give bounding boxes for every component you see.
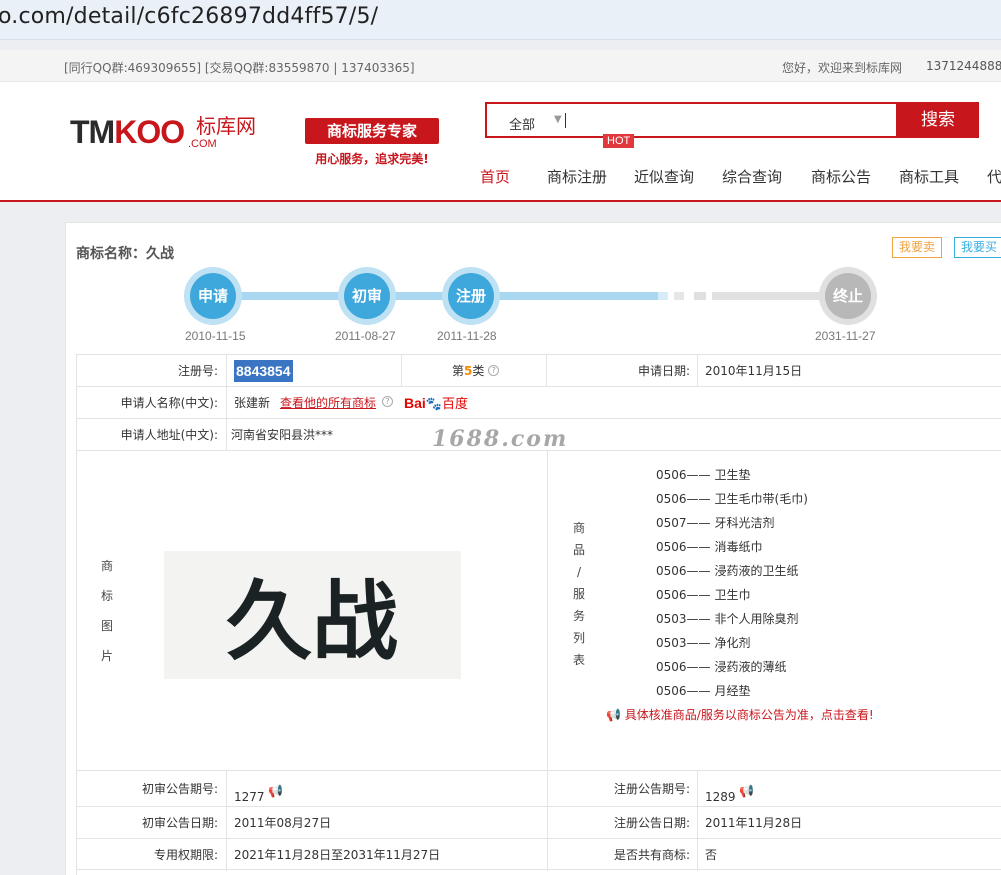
- top-info-bar: [同行QQ群:469309655] [交易QQ群:83559870 | 1374…: [0, 50, 1001, 82]
- address-label: 申请人地址(中文):: [120, 428, 218, 442]
- megaphone-icon[interactable]: 📢: [739, 771, 754, 811]
- nav-item-register[interactable]: 商标注册: [547, 166, 607, 187]
- logo-dotcom: .COM: [188, 138, 217, 150]
- url-text[interactable]: o.com/detail/c6fc26897dd4ff57/5/: [0, 4, 378, 29]
- trademark-detail-panel: 商标名称：久战 我要卖 我要买 申请 初审 注册 终止 2010-11-15 2…: [65, 222, 1001, 875]
- table-row: 申请人名称(中文): 张建新 查看他的所有商标 ? Bai🐾百度: [76, 386, 1001, 419]
- applicant-all-trademarks-link[interactable]: 查看他的所有商标: [280, 387, 376, 418]
- search-button[interactable]: 搜索: [897, 102, 979, 138]
- timeline-date-end: 2031-11-27: [815, 329, 876, 343]
- nav-item-announcement[interactable]: 商标公告: [811, 166, 871, 187]
- list-item: 0506—— 浸药液的卫生纸: [656, 564, 799, 578]
- svg-text:久战: 久战: [226, 572, 398, 672]
- goods-section-label: 商 品 / 服 务 列 表: [572, 521, 585, 667]
- megaphone-icon: 📢: [606, 708, 621, 722]
- slogan: 商标服务专家 用心服务，追求完美!: [305, 118, 439, 167]
- address-value: 河南省安阳县洪***: [231, 428, 334, 442]
- watermark: 1688.com: [432, 426, 569, 452]
- shared-label: 是否共有商标:: [613, 848, 690, 862]
- timeline-fade: [658, 292, 668, 300]
- search-input[interactable]: [571, 108, 891, 134]
- reg-pub-date-value: 2011年11月28日: [705, 816, 803, 830]
- qq-groups: [同行QQ群:469309655] [交易QQ群:83559870 | 1374…: [64, 61, 415, 75]
- search-scope-select[interactable]: 全部: [509, 114, 535, 133]
- site-header: TMKOO 标库网 .COM 商标服务专家 用心服务，追求完美! 全部 ▼ 搜索…: [0, 82, 1001, 202]
- timeline-node-apply: 申请: [184, 267, 242, 325]
- trademark-image[interactable]: 久战: [164, 551, 461, 679]
- logo-tm: TM: [70, 114, 115, 150]
- applicant-value: 张建新: [234, 396, 271, 410]
- help-icon[interactable]: ?: [488, 365, 500, 376]
- apply-date-value: 2010年11月15日: [705, 364, 803, 378]
- list-item: 0506—— 消毒纸巾: [656, 540, 763, 554]
- prelim-no-value: 1277 📢: [234, 771, 283, 806]
- nav-item-similar[interactable]: 近似查询: [634, 166, 694, 187]
- table-row: 注册号: 8843854 第5类 ? 申请日期: 2010年11月15日: [76, 354, 1001, 387]
- table-row: 初审公告期号: 1277 📢 注册公告期号: 1289 📢: [76, 770, 1001, 807]
- help-icon[interactable]: ?: [382, 396, 393, 407]
- image-section-label: 商 标 图 片: [100, 559, 113, 663]
- baidu-search-link[interactable]: Bai🐾百度: [404, 387, 468, 418]
- sell-button[interactable]: 我要卖: [892, 237, 942, 258]
- timeline-date-registered: 2011-11-28: [437, 329, 497, 343]
- timeline-node-registered: 注册: [442, 267, 500, 325]
- class-value: 第5类 ?: [452, 355, 500, 386]
- shared-value: 否: [705, 848, 718, 862]
- search-box: 全部 ▼: [485, 102, 898, 138]
- timeline-gap-1: [674, 292, 684, 300]
- timeline-date-prelim: 2011-08-27: [335, 329, 396, 343]
- goods-notice-link[interactable]: 📢 具体核准商品/服务以商标公告为准，点击查看!: [606, 706, 874, 723]
- hot-badge: HOT: [603, 134, 635, 148]
- list-item: 0506—— 卫生垫: [656, 468, 751, 482]
- chevron-down-icon[interactable]: ▼: [554, 114, 562, 125]
- prelim-date-value: 2011年08月27日: [234, 816, 332, 830]
- prelim-no-label: 初审公告期号:: [141, 782, 218, 796]
- nav-item-home[interactable]: 首页: [480, 166, 510, 187]
- list-item: 0506—— 卫生毛巾带(毛巾): [656, 492, 808, 506]
- browser-url-bar[interactable]: o.com/detail/c6fc26897dd4ff57/5/: [0, 0, 1001, 40]
- table-row: 初审公告日期: 2011年08月27日 注册公告日期: 2011年11月28日: [76, 806, 1001, 839]
- list-item: 0506—— 月经垫: [656, 684, 751, 698]
- text-cursor: [565, 113, 566, 128]
- slogan-badge: 商标服务专家: [305, 118, 439, 144]
- applicant-label: 申请人名称(中文):: [120, 396, 218, 410]
- apply-date-label: 申请日期:: [637, 364, 690, 378]
- list-item: 0503—— 非个人用除臭剂: [656, 612, 799, 626]
- reg-no-label: 注册号:: [177, 364, 218, 378]
- reg-pub-no-value: 1289 📢: [705, 771, 754, 806]
- timeline-node-end: 终止: [819, 267, 877, 325]
- timeline-node-prelim: 初审: [338, 267, 396, 325]
- logo-chinese: 标库网: [196, 114, 256, 138]
- nav-item-search[interactable]: 综合查询: [722, 166, 782, 187]
- welcome-text: 您好，欢迎来到标库网: [782, 61, 903, 75]
- timeline-gap-2: [694, 292, 706, 300]
- timeline-date-apply: 2010-11-15: [185, 329, 246, 343]
- site-logo[interactable]: TMKOO 标库网 .COM: [70, 114, 256, 151]
- goods-list: 0506—— 卫生垫 0506—— 卫生毛巾带(毛巾) 0507—— 牙科光洁剂 05…: [656, 463, 808, 703]
- slogan-sub: 用心服务，追求完美!: [315, 152, 429, 166]
- list-item: 0503—— 净化剂: [656, 636, 751, 650]
- table-row: 商 标 图 片 久战 商 品 / 服 务 列 表 0506—— 卫生垫 0506…: [76, 450, 1001, 771]
- reg-pub-date-label: 注册公告日期:: [613, 816, 690, 830]
- trademark-image-graphic: 久战: [226, 572, 398, 672]
- reg-pub-no-label: 注册公告期号:: [613, 782, 690, 796]
- prelim-date-label: 初审公告日期:: [141, 816, 218, 830]
- trademark-name: 商标名称：久战: [76, 246, 174, 262]
- reg-no-value[interactable]: 8843854: [234, 360, 293, 382]
- megaphone-icon[interactable]: 📢: [268, 771, 283, 811]
- baidu-paw-icon: 🐾: [425, 396, 442, 411]
- nav-item-more[interactable]: 代: [987, 166, 1001, 187]
- term-value: 2021年11月28日至2031年11月27日: [234, 848, 441, 862]
- table-row: 专用权期限: 2021年11月28日至2031年11月27日 是否共有商标: 否: [76, 838, 1001, 871]
- list-item: 0506—— 卫生巾: [656, 588, 751, 602]
- phone-number: 13712448880: [926, 59, 1001, 73]
- timeline-progress: [213, 292, 658, 300]
- list-item: 0506—— 浸药液的薄纸: [656, 660, 787, 674]
- term-label: 专用权期限:: [153, 848, 218, 862]
- list-item: 0507—— 牙科光洁剂: [656, 516, 775, 530]
- buy-button[interactable]: 我要买: [954, 237, 1001, 258]
- nav-item-tools[interactable]: 商标工具: [899, 166, 959, 187]
- logo-koo: KOO: [114, 114, 185, 150]
- timeline-remaining: [712, 292, 822, 300]
